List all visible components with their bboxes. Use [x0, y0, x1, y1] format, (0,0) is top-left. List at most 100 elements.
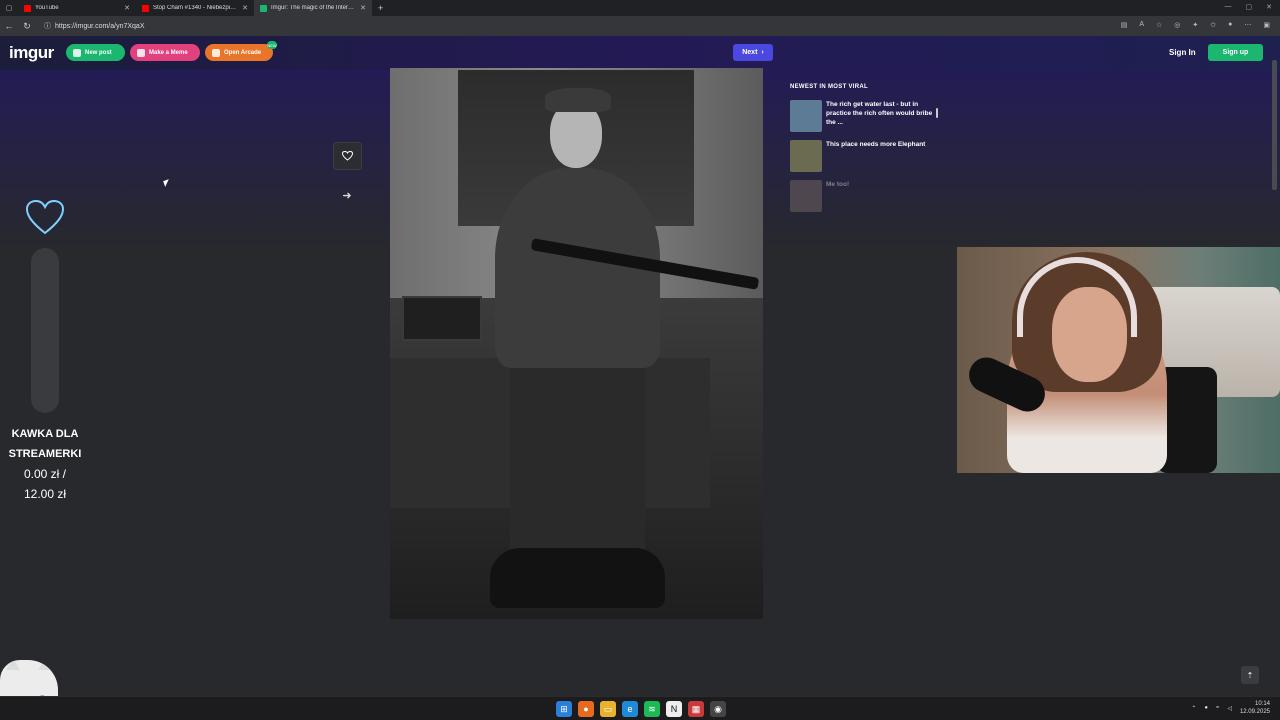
- new-post-label: New post: [85, 49, 112, 56]
- imgur-header: imgur New post Make a Meme Open Arcade N…: [0, 36, 1280, 70]
- viral-thumbnail: [790, 180, 822, 212]
- favorites-icon[interactable]: ✩: [1210, 21, 1216, 29]
- wifi-icon[interactable]: ≈: [1216, 705, 1219, 711]
- clock-time: 10:14: [1254, 701, 1270, 707]
- viral-item[interactable]: The rich get water last - but in practic…: [790, 100, 940, 132]
- viral-item[interactable]: Me too!: [790, 180, 940, 212]
- heart-icon: [26, 200, 64, 235]
- tab-label: Imgur: The magic of the Internet: [271, 5, 357, 11]
- page-scrollbar[interactable]: [1272, 60, 1277, 190]
- edge-icon[interactable]: e: [622, 701, 638, 717]
- browser-tab-bar: ▢ YouTube ✕ Stop Cham #1340 - Niebezpiec…: [0, 0, 1280, 16]
- open-arcade-button[interactable]: Open Arcade: [205, 44, 273, 61]
- new-tab-button[interactable]: +: [372, 3, 389, 13]
- folder-icon[interactable]: ▭: [600, 701, 616, 717]
- gamepad-icon: [212, 48, 220, 57]
- firefox-icon[interactable]: ●: [578, 701, 594, 717]
- viral-item[interactable]: This place needs more Elephant: [790, 140, 940, 172]
- donation-goal-text: KAWKA DLA STREAMERKI 0.00 zł / 12.00 zł: [0, 424, 90, 504]
- speaker-icon[interactable]: ◁: [1227, 705, 1232, 712]
- imgur-logo[interactable]: imgur: [9, 43, 54, 63]
- share-arrow-icon[interactable]: ➜: [338, 186, 356, 204]
- windows-start-icon[interactable]: ⊞: [556, 701, 572, 717]
- close-icon[interactable]: ✕: [124, 4, 130, 12]
- spotify-icon[interactable]: ≋: [644, 701, 660, 717]
- sidebar-scroll-indicator[interactable]: [935, 108, 939, 118]
- favorite-star-icon[interactable]: ☆: [1156, 21, 1162, 29]
- photo-soldier-cap: [545, 88, 611, 112]
- tab-label: YouTube: [35, 5, 59, 11]
- taskbar-clock[interactable]: 10:14 12.09.2025: [1240, 700, 1270, 716]
- calendar-icon[interactable]: ▦: [688, 701, 704, 717]
- favorite-button[interactable]: [333, 142, 362, 170]
- tab-youtube[interactable]: YouTube ✕: [18, 0, 136, 16]
- donation-progress-bar: [31, 248, 59, 413]
- donation-goal: 12.00 zł: [23, 487, 67, 501]
- webcam-overlay: [957, 247, 1280, 473]
- most-viral-sidebar: NEWEST IN MOST VIRAL The rich get water …: [790, 84, 940, 220]
- scroll-to-top-button[interactable]: ⇡: [1241, 666, 1259, 684]
- open-arcade-label: Open Arcade: [224, 49, 262, 56]
- photo-soldier-boots: [490, 548, 665, 608]
- windows-taskbar: ⊞ ● ▭ e ≋ N ▦ ◉ ⌃ ● ≈ ◁ 10:14 12.09.2025: [0, 696, 1280, 720]
- close-icon[interactable]: ✕: [360, 4, 366, 12]
- taskbar-apps: ⊞ ● ▭ e ≋ N ▦ ◉: [556, 701, 726, 717]
- tab-label: Stop Cham #1340 - Niebezpieczn...: [153, 5, 238, 11]
- window-controls: — ▢ ✕: [1225, 3, 1273, 11]
- plus-icon: [73, 48, 81, 57]
- sign-up-button[interactable]: Sign up: [1208, 44, 1263, 61]
- arcade-new-badge: NEW: [267, 41, 277, 49]
- sidebar-icon[interactable]: ▣: [1263, 21, 1270, 29]
- viral-title: The rich get water last - but in practic…: [826, 101, 933, 126]
- viral-title: Me too!: [826, 181, 850, 188]
- reader-icon[interactable]: ▤: [1121, 21, 1128, 29]
- clock-date: 12.09.2025: [1239, 709, 1270, 715]
- heart-outline-icon: [342, 151, 353, 161]
- address-bar: ← ↻ ⓘ https://imgur.com/a/yn7XqaX ▤ A ☆ …: [0, 16, 1280, 36]
- back-icon[interactable]: ←: [0, 21, 18, 31]
- copilot-icon[interactable]: ✦: [1192, 21, 1198, 29]
- donation-title-line1: KAWKA DLA: [11, 428, 79, 440]
- menu-icon[interactable]: ⋯: [1244, 21, 1251, 29]
- post-image[interactable]: [390, 68, 763, 619]
- next-button[interactable]: Next ›: [733, 44, 773, 61]
- system-tray: ⌃ ● ≈ ◁ 10:14 12.09.2025: [1191, 700, 1270, 716]
- tab-stop-cham[interactable]: Stop Cham #1340 - Niebezpieczn... ✕: [136, 0, 254, 16]
- next-label: Next: [742, 49, 758, 56]
- viral-thumbnail: [790, 100, 822, 132]
- extensions-icon[interactable]: ◎: [1174, 21, 1180, 29]
- photo-radio: [402, 296, 482, 341]
- donation-current: 0.00 zł /: [23, 467, 67, 481]
- meme-icon: [137, 48, 145, 57]
- tab-actions-icon[interactable]: ▢: [0, 4, 18, 12]
- microphone-icon[interactable]: ●: [1204, 705, 1208, 711]
- chevron-up-icon[interactable]: ⌃: [1191, 705, 1196, 712]
- tab-imgur[interactable]: Imgur: The magic of the Internet ✕: [254, 0, 372, 16]
- url-field[interactable]: ⓘ https://imgur.com/a/yn7XqaX: [44, 21, 145, 31]
- viral-title: This place needs more Elephant: [826, 141, 926, 148]
- read-aloud-icon[interactable]: A: [1139, 21, 1144, 29]
- obs-icon[interactable]: ◉: [710, 701, 726, 717]
- url-text: https://imgur.com/a/yn7XqaX: [55, 22, 145, 30]
- notion-icon[interactable]: N: [666, 701, 682, 717]
- site-info-icon[interactable]: ⓘ: [44, 21, 51, 31]
- cat-ear: [6, 660, 20, 670]
- close-window-icon[interactable]: ✕: [1266, 3, 1272, 11]
- chevron-right-icon: ›: [761, 49, 764, 56]
- cat-ear: [38, 660, 52, 670]
- minimize-icon[interactable]: —: [1225, 3, 1232, 11]
- maximize-icon[interactable]: ▢: [1246, 3, 1253, 11]
- make-meme-label: Make a Meme: [149, 49, 188, 56]
- youtube-icon: [142, 4, 149, 12]
- make-meme-button[interactable]: Make a Meme: [130, 44, 200, 61]
- donation-title-line2: STREAMERKI: [8, 448, 82, 460]
- new-post-button[interactable]: New post: [66, 44, 125, 61]
- photo-soldier-legs: [510, 358, 645, 568]
- refresh-icon[interactable]: ↻: [18, 21, 36, 32]
- imgur-icon: [260, 4, 267, 12]
- close-icon[interactable]: ✕: [242, 4, 248, 12]
- profile-icon[interactable]: ●: [1228, 21, 1232, 29]
- youtube-icon: [24, 4, 31, 12]
- sign-in-link[interactable]: Sign In: [1169, 48, 1196, 57]
- address-bar-actions: ▤ A ☆ ◎ ✦ ✩ ● ⋯ ▣: [1121, 21, 1270, 29]
